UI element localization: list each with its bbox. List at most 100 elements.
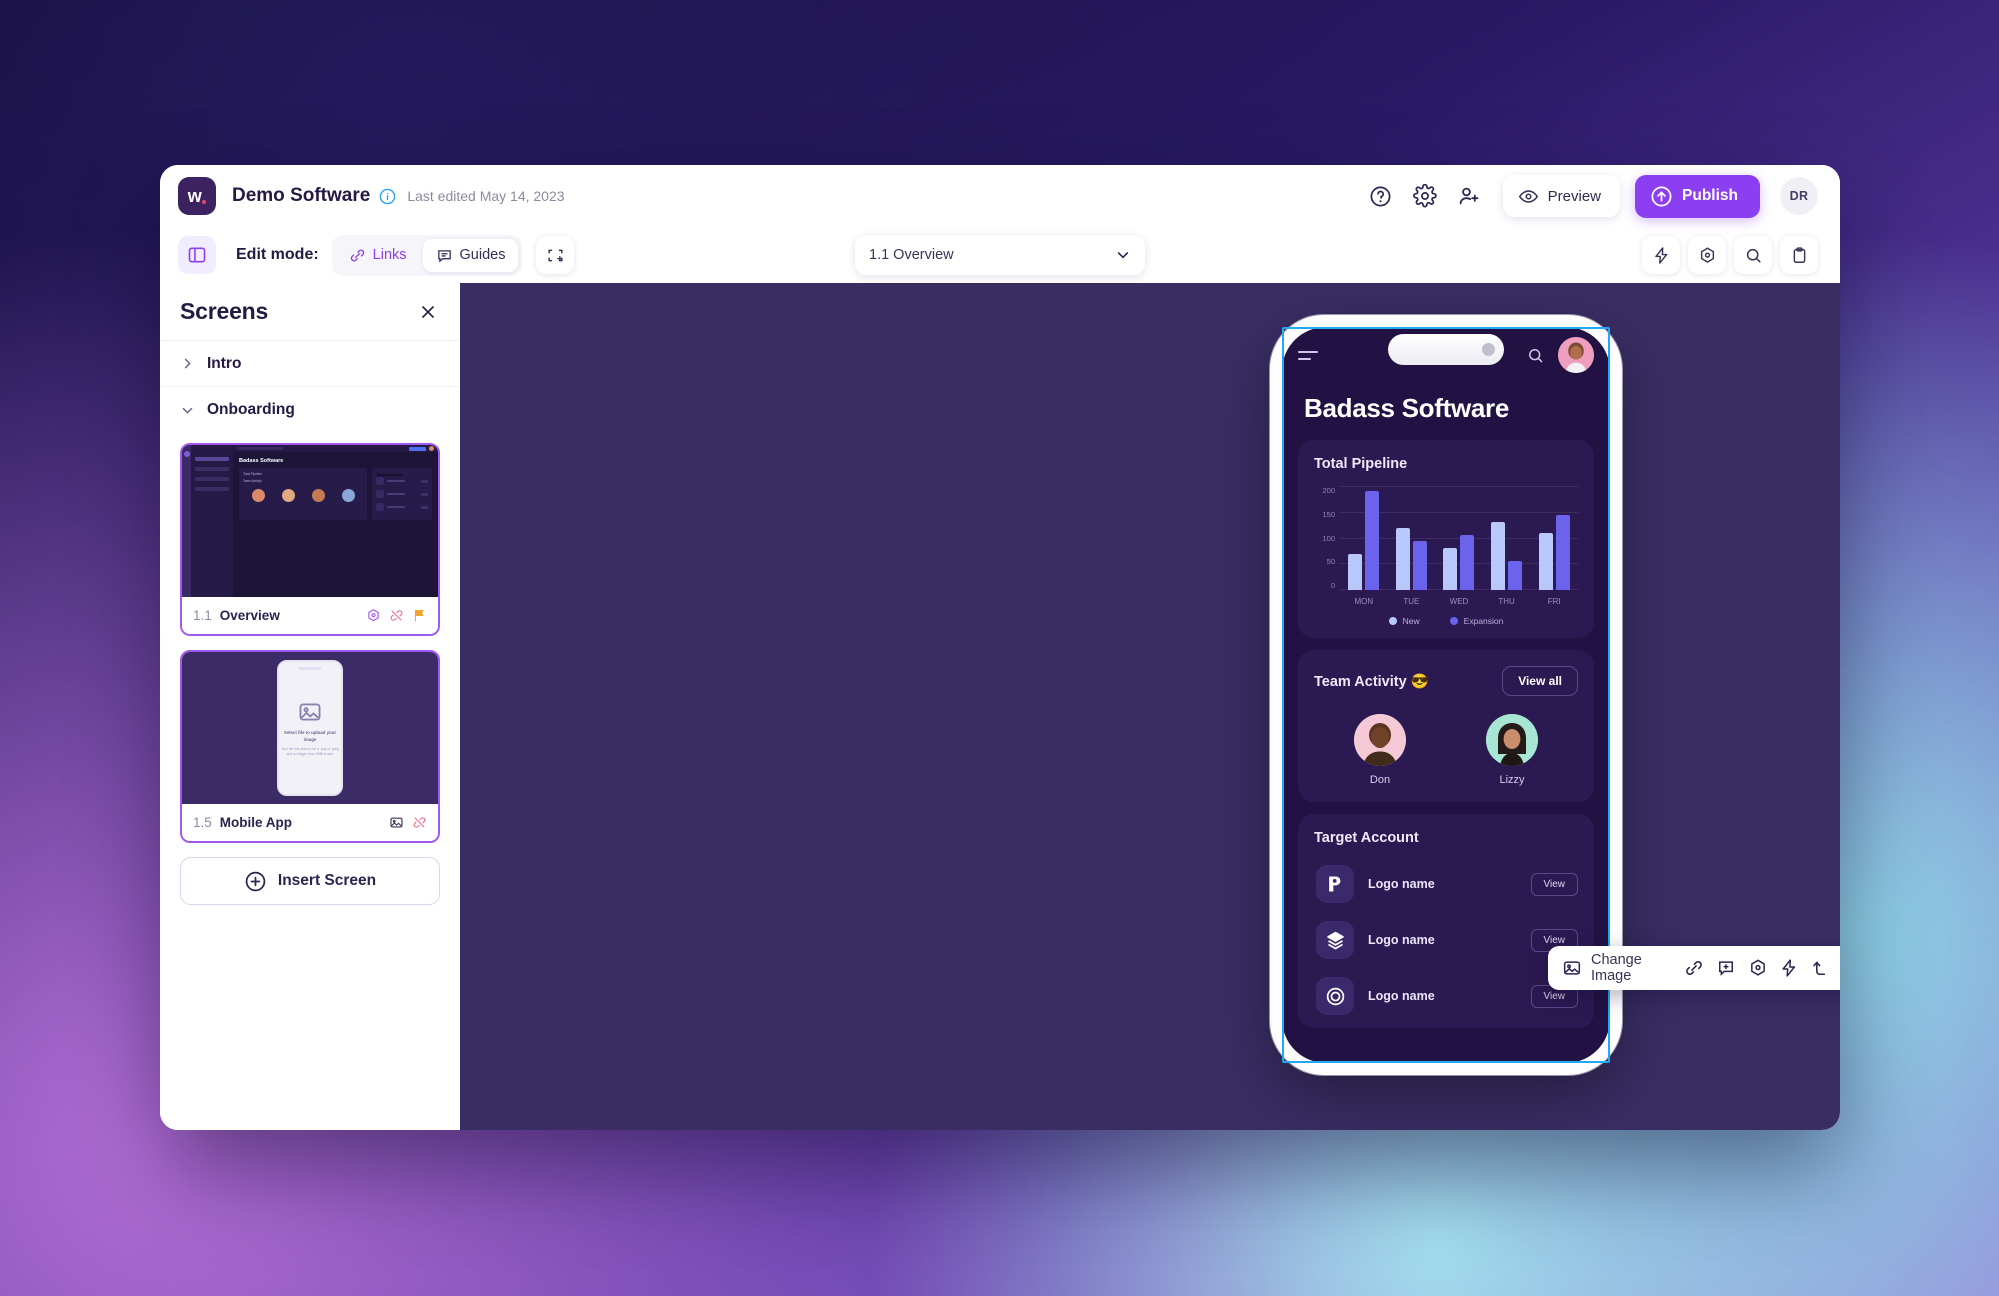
account-name: Logo name <box>1368 933 1435 947</box>
header-actions: Preview Publish DR <box>1361 174 1818 218</box>
team-member-name: Lizzy <box>1499 774 1525 786</box>
hexagon-target-icon[interactable] <box>1744 952 1772 984</box>
view-all-button[interactable]: View all <box>1502 666 1578 696</box>
bar-group <box>1443 486 1475 590</box>
bar-expansion-fri <box>1555 514 1570 590</box>
total-pipeline-card: Total Pipeline 200 150 100 50 0 MON TUE … <box>1298 440 1594 638</box>
link-icon[interactable] <box>1681 952 1709 984</box>
account-row[interactable]: Logo name View <box>1314 856 1578 912</box>
broken-link-icon[interactable] <box>389 608 404 623</box>
insert-screen-button[interactable]: Insert Screen <box>180 857 440 905</box>
design-canvas[interactable]: Badass Software Total Pipeline 200 150 1… <box>460 283 1840 1130</box>
phone-app-title: Badass Software <box>1304 393 1510 423</box>
mini-phone-placeholder: Select file to upload your image Your fi… <box>277 660 343 796</box>
sidebar-group-onboarding[interactable]: Onboarding <box>160 387 460 433</box>
lightning-icon[interactable] <box>1775 952 1803 984</box>
screen-name: Overview <box>219 608 280 623</box>
sidebar-group-intro-label: Intro <box>207 354 242 372</box>
team-member[interactable]: Lizzy <box>1486 714 1538 786</box>
chart-bars <box>1340 486 1578 590</box>
team-member[interactable]: Don <box>1354 714 1406 786</box>
screen-thumb-mobile-app-icons <box>389 815 427 830</box>
chart-legend: New Expansion <box>1314 616 1578 626</box>
clipboard-icon[interactable] <box>1780 236 1818 274</box>
chart-plot-area <box>1340 486 1578 590</box>
user-avatar[interactable]: DR <box>1780 177 1818 215</box>
preview-button[interactable]: Preview <box>1502 175 1621 217</box>
bar-group <box>1491 486 1523 590</box>
comment-icon <box>436 247 453 264</box>
dynamic-island <box>1388 334 1504 365</box>
hexagon-target-icon[interactable] <box>1688 236 1726 274</box>
x-tick: THU <box>1498 597 1515 606</box>
account-name: Logo name <box>1368 877 1435 891</box>
chevron-right-icon <box>180 356 195 371</box>
chart-x-axis: MON TUE WED THU FRI <box>1314 597 1578 606</box>
close-icon[interactable] <box>418 302 438 322</box>
screen-select[interactable]: 1.1 Overview <box>855 235 1145 275</box>
mode-chip-links[interactable]: Links <box>336 239 420 272</box>
bar-new-tue <box>1395 527 1410 590</box>
mode-chip-guides[interactable]: Guides <box>422 238 519 272</box>
chevron-down-icon <box>1115 247 1131 263</box>
account-row[interactable]: Logo name View <box>1314 912 1578 968</box>
lightning-icon[interactable] <box>1642 236 1680 274</box>
bar-group <box>1538 486 1570 590</box>
y-tick: 50 <box>1326 557 1335 567</box>
mini-dashboard-preview: Badass Software Total Pipeline Team Acti… <box>182 445 438 597</box>
placeholder-subtitle: Your file will need to be a .png or .jpe… <box>281 746 339 756</box>
avatar[interactable] <box>1558 337 1594 373</box>
preview-label: Preview <box>1547 187 1602 205</box>
info-icon[interactable] <box>379 188 396 205</box>
sidebar-group-intro[interactable]: Intro <box>160 341 460 387</box>
hamburger-icon[interactable] <box>1298 350 1318 360</box>
bar-new-wed <box>1443 548 1458 590</box>
screen-name: Mobile App <box>219 815 293 830</box>
edit-toolbar: Edit mode: Links Guides 1.1 Overview <box>160 227 1840 283</box>
y-tick: 150 <box>1322 509 1335 519</box>
search-icon[interactable] <box>1526 346 1545 365</box>
legend-label: New <box>1402 616 1420 626</box>
screen-thumb-mobile-app[interactable]: Select file to upload your image Your fi… <box>180 650 440 843</box>
edit-mode-label: Edit mode: <box>236 246 319 263</box>
logo-dot <box>202 200 207 204</box>
arrow-turn-up-icon[interactable] <box>1807 952 1835 984</box>
layers-logo-icon <box>1316 921 1354 959</box>
bar-new-fri <box>1538 532 1553 590</box>
plus-circle-icon <box>244 870 267 893</box>
search-icon[interactable] <box>1734 236 1772 274</box>
bar-group <box>1348 486 1380 590</box>
add-comment-icon[interactable] <box>1712 952 1740 984</box>
screen-thumb-mobile-app-label: 1.5 Mobile App <box>182 804 438 841</box>
image-placeholder-icon <box>297 699 323 725</box>
insert-screen-label: Insert Screen <box>277 872 377 889</box>
screen-thumbnail-list: Badass Software Total Pipeline Team Acti… <box>160 433 460 905</box>
broken-link-icon[interactable] <box>412 815 427 830</box>
account-view-button[interactable]: View <box>1530 872 1578 896</box>
publish-button[interactable]: Publish <box>1635 174 1760 218</box>
bar-new-mon <box>1348 553 1363 590</box>
app-window: w Demo Software Last edited May 14, 2023… <box>160 165 1840 1130</box>
total-pipeline-title: Total Pipeline <box>1314 456 1408 472</box>
avatar <box>1486 714 1538 766</box>
screen-thumb-overview[interactable]: Badass Software Total Pipeline Team Acti… <box>180 443 440 636</box>
change-image-button[interactable]: Change Image <box>1560 952 1677 984</box>
add-user-icon[interactable] <box>1449 176 1489 216</box>
sidebar-panel-icon[interactable] <box>178 236 216 274</box>
screen-thumb-mobile-app-preview: Select file to upload your image Your fi… <box>182 652 438 804</box>
sidebar-header: Screens <box>160 283 460 341</box>
publish-label: Publish <box>1682 187 1738 204</box>
context-toolbar: Change Image <box>1548 946 1840 990</box>
hexagon-target-icon[interactable] <box>366 608 381 623</box>
team-activity-header: Team Activity 😎 View all <box>1314 666 1578 696</box>
bar-expansion-wed <box>1460 535 1475 590</box>
bar-expansion-thu <box>1508 561 1523 590</box>
help-circle-icon[interactable] <box>1361 176 1401 216</box>
image-icon[interactable] <box>389 815 404 830</box>
gear-icon[interactable] <box>1405 176 1445 216</box>
flag-icon[interactable] <box>412 608 427 623</box>
account-row[interactable]: Logo name View <box>1314 968 1578 1024</box>
add-frame-icon[interactable] <box>536 236 575 274</box>
x-tick: MON <box>1354 597 1374 606</box>
more-horizontal-icon[interactable] <box>1838 952 1840 984</box>
